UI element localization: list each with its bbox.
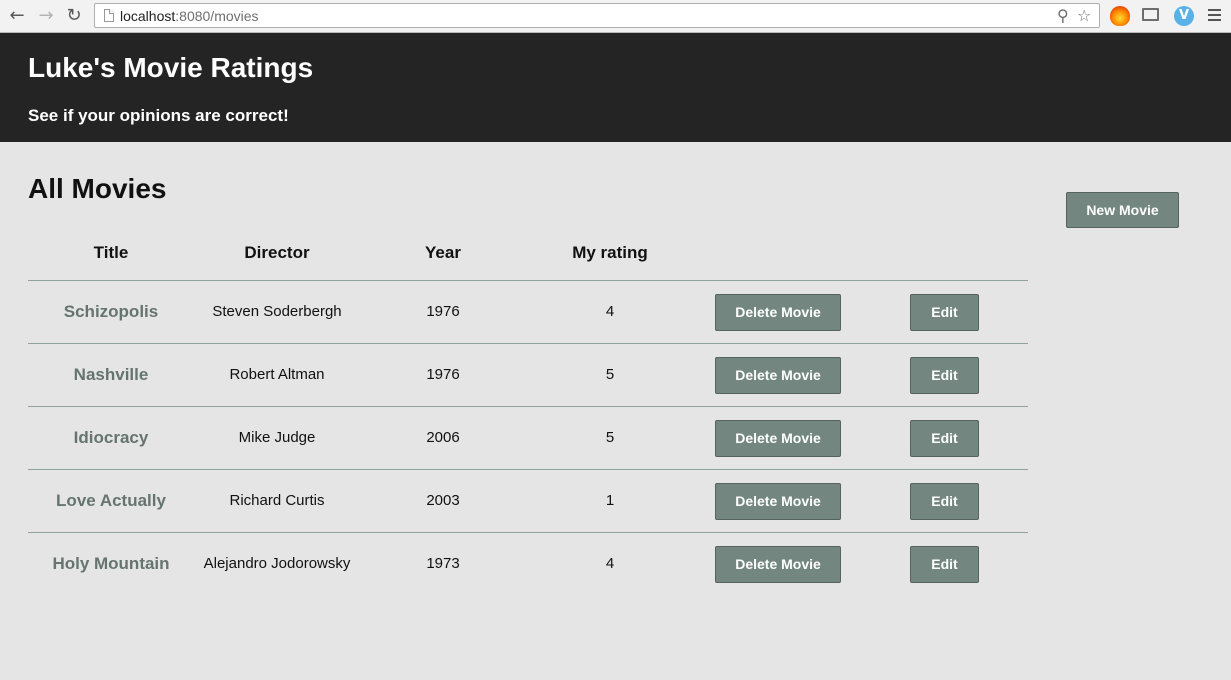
movie-rating: 4 (605, 555, 615, 572)
column-header-director: Director (244, 243, 310, 262)
movie-rating: 5 (605, 429, 615, 446)
movie-year: 2006 (426, 429, 460, 446)
table-row: Schizopolis Steven Soderbergh 1976 4 Del… (28, 281, 1028, 344)
movie-title-link[interactable]: Schizopolis (64, 302, 158, 322)
forward-arrow-icon[interactable]: → (35, 4, 57, 28)
movie-rating: 1 (605, 492, 615, 509)
table-row: Idiocracy Mike Judge 2006 5 Delete Movie… (28, 407, 1028, 470)
edit-movie-button[interactable]: Edit (910, 546, 979, 583)
movie-director: Mike Judge (238, 429, 316, 446)
back-arrow-icon[interactable]: ← (6, 4, 28, 28)
delete-movie-button[interactable]: Delete Movie (715, 483, 841, 520)
url-text[interactable]: localhost:8080/movies (120, 8, 259, 24)
edit-movie-button[interactable]: Edit (910, 357, 979, 394)
delete-movie-button[interactable]: Delete Movie (715, 294, 841, 331)
address-bar[interactable]: localhost:8080/movies ⚲ ☆ (94, 3, 1100, 28)
movie-title-link[interactable]: Holy Mountain (52, 554, 169, 574)
new-movie-button[interactable]: New Movie (1066, 192, 1179, 228)
search-icon[interactable]: ⚲ (1057, 6, 1069, 25)
delete-movie-button[interactable]: Delete Movie (715, 420, 841, 457)
v-extension-icon[interactable]: V (1174, 6, 1194, 26)
column-header-rating: My rating (572, 243, 648, 262)
cast-icon[interactable] (1142, 8, 1159, 21)
movie-director: Alejandro Jodorowsky (203, 555, 351, 572)
movie-year: 2003 (426, 492, 460, 509)
edit-movie-button[interactable]: Edit (910, 420, 979, 457)
movie-title-link[interactable]: Nashville (74, 365, 149, 385)
movie-rating: 4 (605, 303, 615, 320)
movie-year: 1976 (426, 303, 460, 320)
url-host: localhost (120, 8, 176, 24)
movie-title-link[interactable]: Love Actually (56, 491, 166, 511)
edit-movie-button[interactable]: Edit (910, 483, 979, 520)
menu-icon[interactable] (1208, 9, 1221, 21)
page-icon (104, 9, 114, 22)
edit-movie-button[interactable]: Edit (910, 294, 979, 331)
movie-year: 1973 (426, 555, 460, 572)
page-title: All Movies (28, 173, 167, 204)
site-subtitle: See if your opinions are correct! (28, 106, 289, 125)
column-header-title: Title (93, 243, 129, 262)
delete-movie-button[interactable]: Delete Movie (715, 357, 841, 394)
site-header: Luke's Movie Ratings See if your opinion… (0, 33, 1231, 142)
site-title: Luke's Movie Ratings (28, 52, 314, 83)
reload-icon[interactable]: ↻ (63, 4, 85, 28)
url-path: :8080/movies (175, 8, 259, 24)
movie-title-link[interactable]: Idiocracy (74, 428, 149, 448)
fire-extension-icon[interactable] (1110, 6, 1130, 26)
delete-movie-button[interactable]: Delete Movie (715, 546, 841, 583)
table-row: Nashville Robert Altman 1976 5 Delete Mo… (28, 344, 1028, 407)
movie-director: Richard Curtis (229, 492, 325, 509)
table-row: Love Actually Richard Curtis 2003 1 Dele… (28, 470, 1028, 533)
browser-toolbar: ← → ↻ localhost:8080/movies ⚲ ☆ V (0, 0, 1231, 33)
table-row: Holy Mountain Alejandro Jodorowsky 1973 … (28, 533, 1028, 596)
movie-director: Steven Soderbergh (212, 303, 342, 320)
movie-year: 1976 (426, 366, 460, 383)
star-icon[interactable]: ☆ (1077, 6, 1091, 25)
movie-rating: 5 (605, 366, 615, 383)
column-header-year: Year (425, 243, 461, 262)
movie-director: Robert Altman (229, 366, 325, 383)
